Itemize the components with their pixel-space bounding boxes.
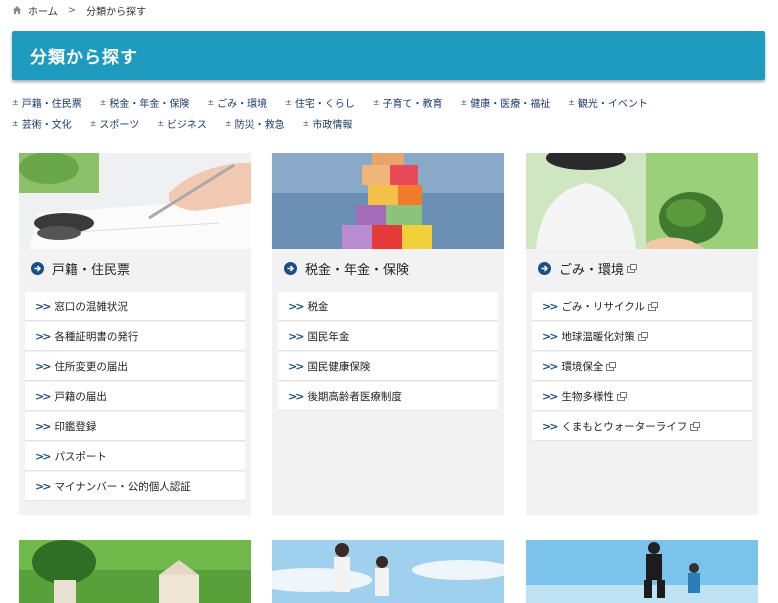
double-chevron-icon: >> xyxy=(542,389,559,403)
plus-minus-icon: ± xyxy=(99,98,107,107)
category-link[interactable]: ± 防災・救急 xyxy=(225,116,285,131)
arrow-circle-icon xyxy=(538,261,551,275)
list-item[interactable]: >> ごみ・リサイクル xyxy=(532,292,752,321)
category-links: ± 戸籍・住民票 ± 税金・年金・保険 ± ごみ・環境 ± 住宅・くらし ± 子育て・教育… xyxy=(12,92,772,134)
plus-minus-icon: ± xyxy=(12,98,19,107)
card-title-link[interactable]: 戸籍・住民票 xyxy=(19,249,251,287)
double-chevron-icon: >> xyxy=(288,329,305,343)
external-link-icon xyxy=(637,331,648,341)
category-link[interactable]: ± ごみ・環境 xyxy=(207,95,267,110)
category-row-2: ± 芸術・文化 ± スポーツ ± ビジネス ± 防災・救急 ± 市政情報 xyxy=(12,113,772,134)
plus-minus-icon: ± xyxy=(460,98,468,107)
category-card-tax: 税金・年金・保険 >> 税金 >> 国民年金 >> 国民健康保険 >> 後期高齢者医療制… xyxy=(272,153,504,515)
list-item[interactable]: >> 後期高齢者医療制度 xyxy=(278,382,498,411)
card-link-list: >> ごみ・リサイクル >> 地球温暖化対策 >> 環境保全 >> 生物多様性 >> くま… xyxy=(526,292,758,441)
card-photo-family xyxy=(272,540,504,603)
category-link[interactable]: ± 市政情報 xyxy=(303,116,353,131)
double-chevron-icon: >> xyxy=(288,359,305,373)
plus-minus-icon: ± xyxy=(207,98,215,107)
double-chevron-icon: >> xyxy=(35,359,52,373)
list-item[interactable]: >> 生物多様性 xyxy=(532,382,752,411)
double-chevron-icon: >> xyxy=(542,299,559,313)
breadcrumb-separator: > xyxy=(67,4,77,16)
plus-minus-icon: ± xyxy=(12,119,19,128)
card-title-link[interactable]: ごみ・環境 xyxy=(526,249,758,287)
list-item[interactable]: >> 各種証明書の発行 xyxy=(25,322,245,351)
double-chevron-icon: >> xyxy=(35,479,52,493)
plus-minus-icon: ± xyxy=(285,98,292,107)
page-header: 分類から探す xyxy=(12,31,765,80)
external-link-icon xyxy=(616,391,627,401)
category-link[interactable]: ± スポーツ xyxy=(90,116,140,131)
card-photo-writing xyxy=(19,153,251,249)
card-photo-blocks xyxy=(272,153,504,249)
card-photo-house-plant xyxy=(19,540,251,603)
arrow-circle-icon xyxy=(284,261,297,275)
card-link-list: >> 窓口の混雑状況 >> 各種証明書の発行 >> 住所変更の届出 >> 戸籍の届出 >… xyxy=(19,292,251,501)
list-item[interactable]: >> 住所変更の届出 xyxy=(25,352,245,381)
plus-minus-icon: ± xyxy=(224,119,232,128)
breadcrumb-home-link[interactable]: ホーム xyxy=(28,3,58,18)
double-chevron-icon: >> xyxy=(288,389,305,403)
breadcrumb-current: 分類から探す xyxy=(86,6,147,18)
card-title-link[interactable]: 税金・年金・保険 xyxy=(272,249,504,287)
category-link[interactable]: ± 税金・年金・保険 xyxy=(100,95,190,110)
double-chevron-icon: >> xyxy=(288,299,305,313)
list-item[interactable]: >> 戸籍の届出 xyxy=(25,382,245,411)
arrow-circle-icon xyxy=(31,261,44,275)
card-photo-running xyxy=(526,540,758,603)
list-item[interactable]: >> 税金 xyxy=(278,292,498,321)
category-link[interactable]: ± 芸術・文化 xyxy=(12,116,72,131)
plus-minus-icon: ± xyxy=(89,119,97,128)
double-chevron-icon: >> xyxy=(542,419,559,433)
list-item[interactable]: >> マイナンバー・公的個人認証 xyxy=(25,472,245,501)
card-link-list: >> 税金 >> 国民年金 >> 国民健康保険 >> 後期高齢者医療制度 xyxy=(272,292,504,411)
list-item[interactable]: >> 環境保全 xyxy=(532,352,752,381)
list-item[interactable]: >> 印鑑登録 xyxy=(25,412,245,441)
list-item[interactable]: >> 窓口の混雑状況 xyxy=(25,292,245,321)
double-chevron-icon: >> xyxy=(35,329,52,343)
category-card-environment: ごみ・環境 >> ごみ・リサイクル >> 地球温暖化対策 >> 環境保全 >> 生物多様… xyxy=(526,153,758,515)
external-link-icon xyxy=(647,301,658,311)
double-chevron-icon: >> xyxy=(542,359,559,373)
category-card-koseki: 戸籍・住民票 >> 窓口の混雑状況 >> 各種証明書の発行 >> 住所変更の届出 >>… xyxy=(19,153,251,515)
double-chevron-icon: >> xyxy=(542,329,559,343)
double-chevron-icon: >> xyxy=(35,389,52,403)
external-link-icon xyxy=(690,421,701,431)
plus-minus-icon: ± xyxy=(372,98,380,107)
external-link-icon xyxy=(606,361,617,371)
page-title: 分類から探す xyxy=(30,48,138,68)
list-item[interactable]: >> 国民年金 xyxy=(278,322,498,351)
plus-minus-icon: ± xyxy=(302,119,310,128)
list-item[interactable]: >> 国民健康保険 xyxy=(278,352,498,381)
list-item[interactable]: >> くまもとウォーターライフ xyxy=(532,412,752,441)
category-link[interactable]: ± ビジネス xyxy=(157,116,207,131)
category-link[interactable]: ± 子育て・教育 xyxy=(373,95,443,110)
plus-minus-icon: ± xyxy=(157,119,164,128)
category-link[interactable]: ± 健康・医療・福祉 xyxy=(461,95,551,110)
category-link[interactable]: ± 観光・イベント xyxy=(568,95,648,110)
card-title: 戸籍・住民票 xyxy=(52,262,131,278)
plus-minus-icon: ± xyxy=(568,98,575,107)
double-chevron-icon: >> xyxy=(35,449,52,463)
list-item[interactable]: >> 地球温暖化対策 xyxy=(532,322,752,351)
card-photo-plant xyxy=(526,153,758,249)
breadcrumb: ホーム > 分類から探す xyxy=(12,3,147,18)
card-title: ごみ・環境 xyxy=(559,262,625,278)
list-item[interactable]: >> パスポート xyxy=(25,442,245,471)
category-link[interactable]: ± 戸籍・住民票 xyxy=(12,95,82,110)
double-chevron-icon: >> xyxy=(35,419,52,433)
home-icon xyxy=(13,6,21,14)
category-link[interactable]: ± 住宅・くらし xyxy=(285,95,355,110)
double-chevron-icon: >> xyxy=(35,299,52,313)
external-link-icon xyxy=(627,263,638,273)
card-title: 税金・年金・保険 xyxy=(305,262,410,278)
category-row-1: ± 戸籍・住民票 ± 税金・年金・保険 ± ごみ・環境 ± 住宅・くらし ± 子育て・教育… xyxy=(12,92,772,113)
